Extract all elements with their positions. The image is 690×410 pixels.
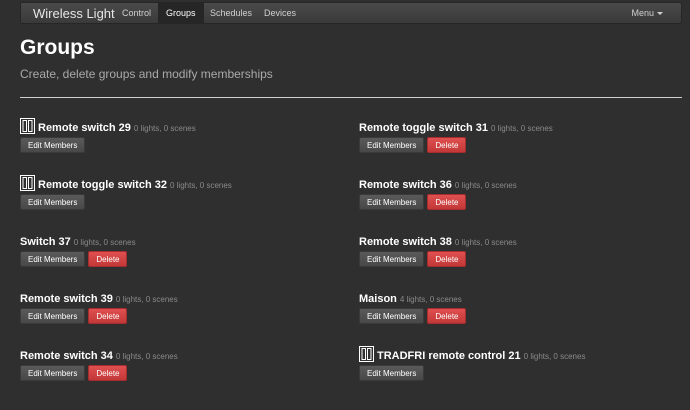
remote-switch-icon xyxy=(359,346,374,362)
group-name: Switch 37 xyxy=(20,236,71,248)
group-meta: 0 lights, 0 scenes xyxy=(454,181,517,190)
group-name: Remote toggle switch 31 xyxy=(359,122,488,134)
group-item: Remote toggle switch 31 0 lights, 0 scene… xyxy=(359,116,679,153)
group-name: Remote toggle switch 32 xyxy=(38,179,167,191)
group-item: TRADFRI remote control 21 0 lights, 0 sce… xyxy=(359,344,679,381)
group-item: Switch 37 0 lights, 0 scenes Edit Members D… xyxy=(20,230,340,267)
menu-dropdown[interactable]: Menu xyxy=(631,3,663,23)
edit-members-button[interactable]: Edit Members xyxy=(359,308,425,324)
group-item: Remote switch 36 0 lights, 0 scenes Edit M… xyxy=(359,173,679,210)
group-header: Remote switch 39 0 lights, 0 scenes xyxy=(20,287,340,305)
group-meta: 0 lights, 0 scenes xyxy=(454,238,517,247)
edit-members-button[interactable]: Edit Members xyxy=(359,365,425,381)
group-item: Remote switch 38 0 lights, 0 scenes Edit M… xyxy=(359,230,679,267)
page-title: Groups xyxy=(20,36,95,59)
group-header: Remote switch 36 0 lights, 0 scenes xyxy=(359,173,679,191)
page-subtitle: Create, delete groups and modify members… xyxy=(20,67,273,81)
delete-button[interactable]: Delete xyxy=(427,137,467,153)
edit-members-button[interactable]: Edit Members xyxy=(20,251,86,267)
group-item: Remote switch 29 0 lights, 0 scenes Edit M… xyxy=(20,116,340,153)
group-actions: Edit Members Delete xyxy=(359,251,679,267)
group-meta: 0 lights, 0 scenes xyxy=(169,181,232,190)
group-header: Remote switch 29 0 lights, 0 scenes xyxy=(20,116,340,134)
group-meta: 0 lights, 0 scenes xyxy=(523,352,586,361)
group-name: Remote switch 39 xyxy=(20,293,113,305)
group-meta: 0 lights, 0 scenes xyxy=(115,295,178,304)
group-actions: Edit Members Delete xyxy=(20,308,340,324)
delete-button[interactable]: Delete xyxy=(88,365,128,381)
group-header: TRADFRI remote control 21 0 lights, 0 sce… xyxy=(359,344,679,362)
delete-button[interactable]: Delete xyxy=(427,194,467,210)
delete-button[interactable]: Delete xyxy=(427,308,467,324)
brand[interactable]: Wireless Light xyxy=(33,6,115,21)
delete-button[interactable]: Delete xyxy=(88,251,128,267)
navbar: Wireless Light Control Groups Schedules … xyxy=(20,2,682,24)
group-meta: 0 lights, 0 scenes xyxy=(490,124,553,133)
group-meta: 0 lights, 0 scenes xyxy=(73,238,136,247)
group-actions: Edit Members xyxy=(20,194,340,210)
group-actions: Edit Members xyxy=(20,137,340,153)
group-actions: Edit Members Delete xyxy=(359,137,679,153)
group-name: Remote switch 34 xyxy=(20,350,113,362)
group-name: TRADFRI remote control 21 xyxy=(377,350,521,362)
group-item: Remote switch 34 0 lights, 0 scenes Edit M… xyxy=(20,344,340,381)
delete-button[interactable]: Delete xyxy=(427,251,467,267)
menu-label: Menu xyxy=(631,8,654,18)
group-header: Remote switch 38 0 lights, 0 scenes xyxy=(359,230,679,248)
delete-button[interactable]: Delete xyxy=(88,308,128,324)
group-actions: Edit Members Delete xyxy=(20,251,340,267)
group-actions: Edit Members xyxy=(359,365,679,381)
edit-members-button[interactable]: Edit Members xyxy=(20,308,86,324)
group-name: Maison xyxy=(359,293,397,305)
remote-switch-icon xyxy=(20,118,35,134)
group-meta: 0 lights, 0 scenes xyxy=(115,352,178,361)
group-meta: 0 lights, 0 scenes xyxy=(133,124,196,133)
nav-item-groups[interactable]: Groups xyxy=(158,3,204,23)
edit-members-button[interactable]: Edit Members xyxy=(359,194,425,210)
remote-switch-icon xyxy=(20,175,35,191)
group-header: Maison 4 lights, 0 scenes xyxy=(359,287,679,305)
edit-members-button[interactable]: Edit Members xyxy=(20,194,86,210)
group-header: Remote toggle switch 32 0 lights, 0 scene… xyxy=(20,173,340,191)
group-name: Remote switch 38 xyxy=(359,236,452,248)
group-actions: Edit Members Delete xyxy=(359,308,679,324)
edit-members-button[interactable]: Edit Members xyxy=(20,137,86,153)
group-name: Remote switch 29 xyxy=(38,122,131,134)
caret-down-icon xyxy=(657,12,663,16)
edit-members-button[interactable]: Edit Members xyxy=(359,251,425,267)
edit-members-button[interactable]: Edit Members xyxy=(20,365,86,381)
group-header: Remote switch 34 0 lights, 0 scenes xyxy=(20,344,340,362)
group-item: Maison 4 lights, 0 scenes Edit Members Dele… xyxy=(359,287,679,324)
group-header: Switch 37 0 lights, 0 scenes xyxy=(20,230,340,248)
divider xyxy=(20,97,682,98)
nav-item-control[interactable]: Control xyxy=(114,3,159,23)
nav-item-schedules[interactable]: Schedules xyxy=(202,3,260,23)
group-header: Remote toggle switch 31 0 lights, 0 scene… xyxy=(359,116,679,134)
group-actions: Edit Members Delete xyxy=(359,194,679,210)
edit-members-button[interactable]: Edit Members xyxy=(359,137,425,153)
group-meta: 4 lights, 0 scenes xyxy=(399,295,462,304)
group-actions: Edit Members Delete xyxy=(20,365,340,381)
nav-item-devices[interactable]: Devices xyxy=(256,3,304,23)
group-item: Remote switch 39 0 lights, 0 scenes Edit M… xyxy=(20,287,340,324)
group-item: Remote toggle switch 32 0 lights, 0 scene… xyxy=(20,173,340,210)
group-name: Remote switch 36 xyxy=(359,179,452,191)
